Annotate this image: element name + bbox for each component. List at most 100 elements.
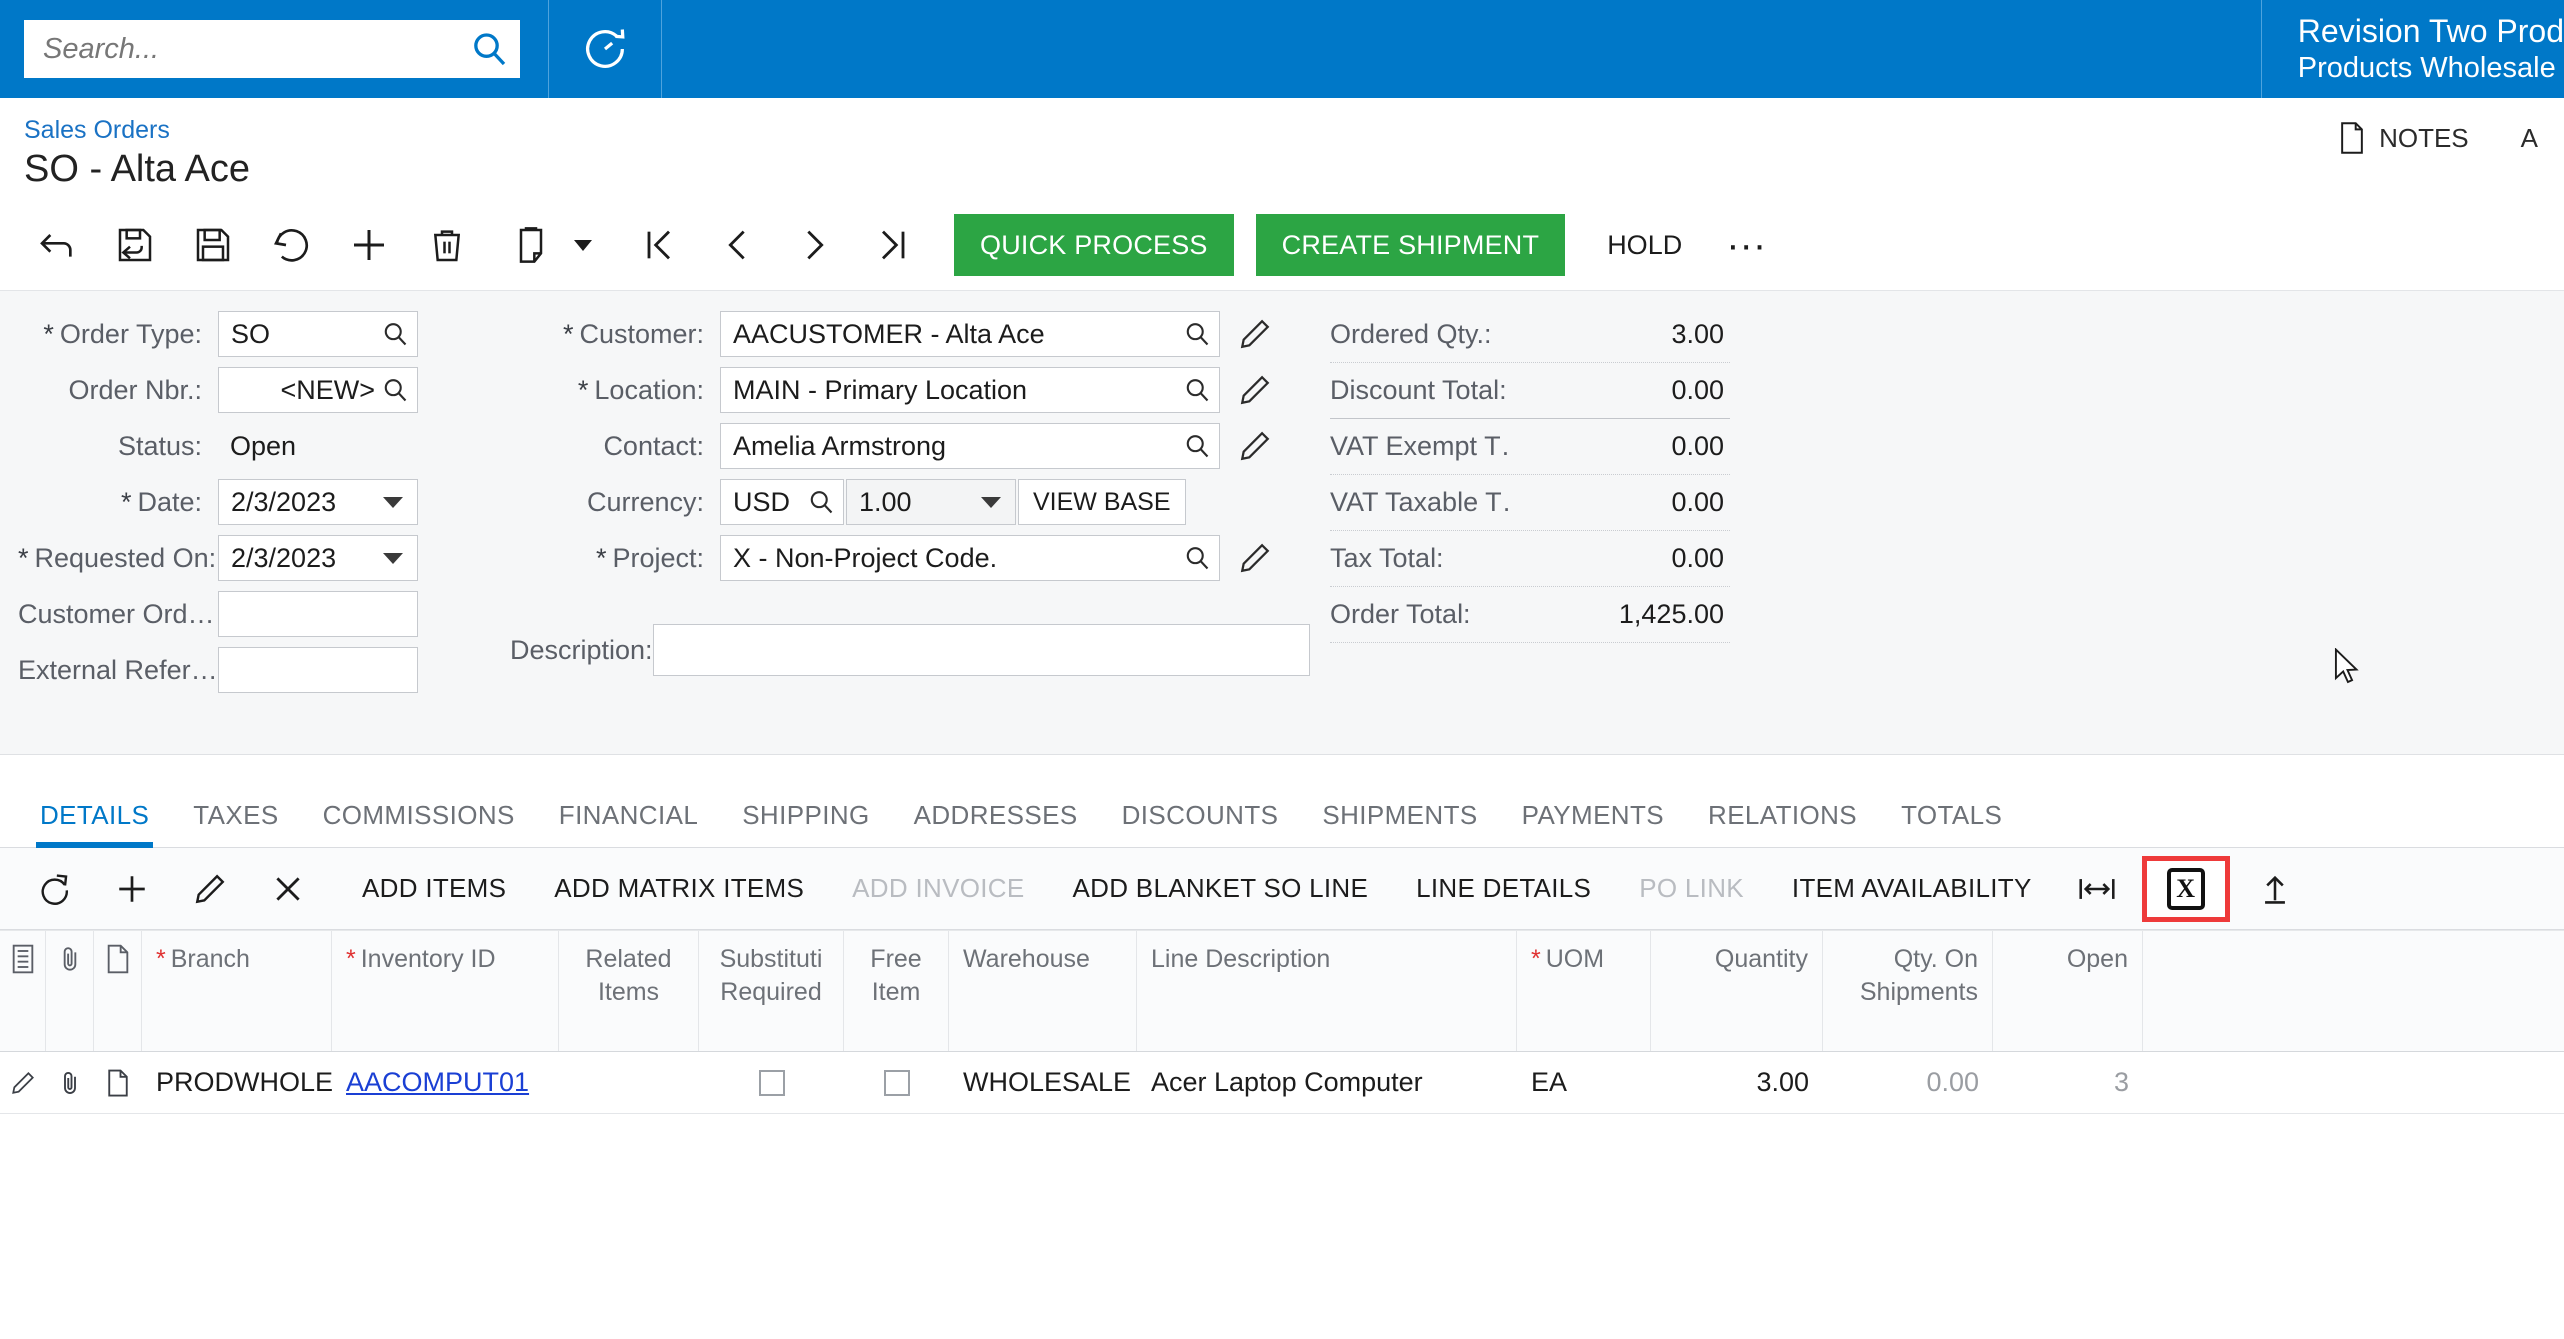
line-details-button[interactable]: LINE DETAILS bbox=[1392, 861, 1615, 917]
lookup-magnifier-icon[interactable] bbox=[1183, 320, 1211, 348]
search-input[interactable] bbox=[41, 31, 469, 67]
grid-header-warehouse[interactable]: Warehouse bbox=[949, 931, 1137, 1051]
currency-rate-input[interactable]: 1.00 bbox=[846, 479, 1016, 525]
calendar-dropdown-icon[interactable] bbox=[383, 496, 403, 508]
tab-relations[interactable]: RELATIONS bbox=[1686, 800, 1879, 847]
order-type-input[interactable]: SO bbox=[218, 311, 418, 357]
save-and-back-icon[interactable] bbox=[104, 214, 166, 276]
activities-button[interactable]: A bbox=[2495, 114, 2564, 162]
lookup-magnifier-icon[interactable] bbox=[1183, 376, 1211, 404]
field-label: Contact: bbox=[603, 430, 704, 461]
field-project: * Project: X - Non-Project Code. bbox=[510, 531, 1310, 585]
description-input[interactable] bbox=[653, 624, 1310, 676]
search-box[interactable] bbox=[24, 20, 520, 78]
inventory-id-link[interactable]: AACOMPUT01 bbox=[346, 1067, 529, 1098]
substitution-required-checkbox[interactable] bbox=[758, 1069, 785, 1096]
lookup-magnifier-icon[interactable] bbox=[1183, 544, 1211, 572]
tab-details[interactable]: DETAILS bbox=[18, 800, 171, 848]
export-to-excel-icon[interactable]: X bbox=[2141, 855, 2230, 922]
add-new-icon[interactable] bbox=[338, 214, 400, 276]
tab-commissions[interactable]: COMMISSIONS bbox=[301, 800, 537, 847]
free-item-checkbox[interactable] bbox=[883, 1069, 910, 1096]
fit-to-width-icon[interactable] bbox=[2060, 858, 2134, 920]
tab-totals[interactable]: TOTALS bbox=[1879, 800, 2024, 847]
grid-header-related-items[interactable]: Related Items bbox=[559, 931, 699, 1051]
location-input[interactable]: MAIN - Primary Location bbox=[720, 367, 1220, 413]
notes-button[interactable]: NOTES bbox=[2313, 114, 2495, 162]
cell-substitution-required[interactable] bbox=[699, 1052, 844, 1114]
tab-shipments[interactable]: SHIPMENTS bbox=[1300, 800, 1499, 847]
cell-free-item[interactable] bbox=[844, 1052, 949, 1114]
tab-financial[interactable]: FINANCIAL bbox=[537, 800, 720, 847]
recent-items-clock-icon[interactable] bbox=[549, 0, 661, 98]
add-matrix-items-button[interactable]: ADD MATRIX ITEMS bbox=[530, 861, 828, 917]
grid-header-quantity[interactable]: Quantity bbox=[1651, 931, 1823, 1051]
undo-icon[interactable] bbox=[260, 214, 322, 276]
tab-discounts[interactable]: DISCOUNTS bbox=[1100, 800, 1301, 847]
customer-input[interactable]: AACUSTOMER - Alta Ace bbox=[720, 311, 1220, 357]
back-arrow-icon[interactable] bbox=[26, 214, 88, 276]
edit-row-icon[interactable] bbox=[182, 861, 238, 917]
grid-header-open[interactable]: Open bbox=[1993, 931, 2143, 1051]
search-icon[interactable] bbox=[469, 29, 509, 69]
calendar-dropdown-icon[interactable] bbox=[383, 552, 403, 564]
next-record-icon[interactable] bbox=[784, 214, 846, 276]
requested-on-input[interactable]: 2/3/2023 bbox=[218, 535, 418, 581]
grid-header-inventory-id[interactable]: * Inventory ID bbox=[332, 931, 559, 1051]
tab-addresses[interactable]: ADDRESSES bbox=[892, 800, 1100, 847]
clipboard-icon[interactable] bbox=[492, 214, 592, 276]
external-reference-input[interactable] bbox=[218, 647, 418, 693]
row-note-page-icon[interactable] bbox=[94, 1052, 142, 1114]
chevron-down-icon[interactable] bbox=[981, 496, 1001, 508]
edit-customer-pencil-icon[interactable] bbox=[1238, 317, 1272, 351]
row-attachment-paperclip-icon[interactable] bbox=[46, 1052, 94, 1114]
contact-input[interactable]: Amelia Armstrong bbox=[720, 423, 1220, 469]
item-availability-button[interactable]: ITEM AVAILABILITY bbox=[1768, 861, 2056, 917]
lookup-magnifier-icon[interactable] bbox=[1183, 432, 1211, 460]
delete-trash-icon[interactable] bbox=[416, 214, 478, 276]
first-record-icon[interactable] bbox=[628, 214, 690, 276]
more-actions-button[interactable]: ··· bbox=[1702, 225, 1790, 265]
tab-shipping[interactable]: SHIPPING bbox=[720, 800, 891, 847]
lookup-magnifier-icon[interactable] bbox=[381, 320, 409, 348]
refresh-icon[interactable] bbox=[26, 861, 82, 917]
upload-file-icon[interactable] bbox=[2238, 858, 2312, 920]
add-row-icon[interactable] bbox=[104, 861, 160, 917]
currency-input[interactable]: USD bbox=[720, 479, 844, 525]
previous-record-icon[interactable] bbox=[706, 214, 768, 276]
add-items-button[interactable]: ADD ITEMS bbox=[338, 861, 530, 917]
lookup-magnifier-icon[interactable] bbox=[807, 488, 835, 516]
edit-location-pencil-icon[interactable] bbox=[1238, 373, 1272, 407]
tab-payments[interactable]: PAYMENTS bbox=[1500, 800, 1686, 847]
grid-settings-icon[interactable] bbox=[0, 931, 46, 1051]
grid-header-substitution-required[interactable]: Substituti Required bbox=[699, 931, 844, 1051]
hold-button[interactable]: HOLD bbox=[1587, 214, 1702, 276]
tab-taxes[interactable]: TAXES bbox=[171, 800, 300, 847]
save-icon[interactable] bbox=[182, 214, 244, 276]
cell-related-items bbox=[559, 1052, 699, 1114]
last-record-icon[interactable] bbox=[862, 214, 924, 276]
grid-header-qty-on-shipments[interactable]: Qty. On Shipments bbox=[1823, 931, 1993, 1051]
create-shipment-button[interactable]: CREATE SHIPMENT bbox=[1255, 214, 1566, 276]
grid-header-uom[interactable]: * UOM bbox=[1517, 931, 1651, 1051]
date-input[interactable]: 2/3/2023 bbox=[218, 479, 418, 525]
required-marker: * bbox=[562, 318, 574, 349]
table-row[interactable]: PRODWHOLE AACOMPUT01 WHOLESALE Acer Lapt… bbox=[0, 1052, 2564, 1114]
grid-header-line-description[interactable]: Line Description bbox=[1137, 931, 1517, 1051]
customer-order-nbr-input[interactable] bbox=[218, 591, 418, 637]
lookup-magnifier-icon[interactable] bbox=[381, 376, 409, 404]
edit-project-pencil-icon[interactable] bbox=[1238, 541, 1272, 575]
delete-row-icon[interactable] bbox=[260, 861, 316, 917]
row-edit-pencil-icon[interactable] bbox=[0, 1052, 46, 1114]
company-selector[interactable]: Revision Two Prod Products Wholesale bbox=[2262, 0, 2564, 98]
grid-header-branch[interactable]: * Branch bbox=[142, 931, 332, 1051]
view-base-button[interactable]: VIEW BASE bbox=[1018, 479, 1186, 525]
order-nbr-input[interactable]: <NEW> bbox=[218, 367, 418, 413]
edit-contact-pencil-icon[interactable] bbox=[1238, 429, 1272, 463]
breadcrumb[interactable]: Sales Orders bbox=[24, 116, 170, 145]
grid-header-free-item[interactable]: Free Item bbox=[844, 931, 949, 1051]
add-blanket-so-line-button[interactable]: ADD BLANKET SO LINE bbox=[1048, 861, 1392, 917]
project-input[interactable]: X - Non-Project Code. bbox=[720, 535, 1220, 581]
cell-inventory-id[interactable]: AACOMPUT01 bbox=[332, 1052, 559, 1114]
quick-process-button[interactable]: QUICK PROCESS bbox=[954, 214, 1234, 276]
